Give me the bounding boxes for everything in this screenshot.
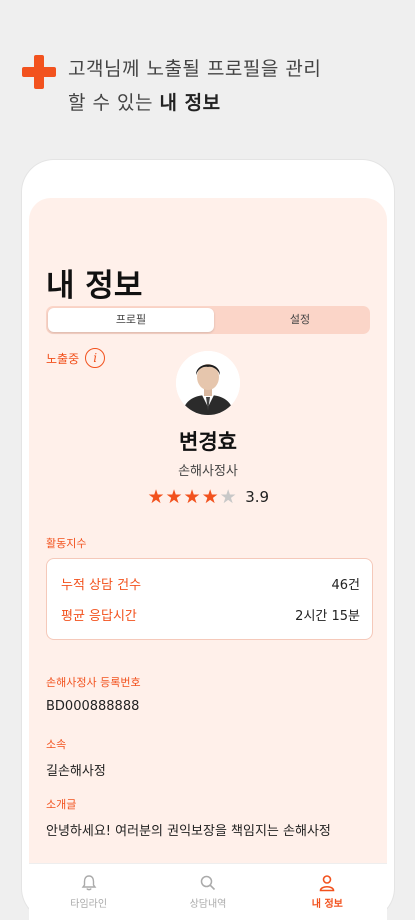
info-icon[interactable]: i <box>85 348 106 368</box>
registration-value: BD000888888 <box>46 699 140 714</box>
rating: ★ ★ ★ ★ ★ 3.9 <box>29 486 387 508</box>
app-screen: 내 정보 프로필 설정 노출중 i 변경효 손해사정사 ★ ★ ★ ★ ★ 3.… <box>29 198 387 920</box>
tab-consult-history[interactable]: 상담내역 <box>148 864 267 920</box>
status-label: 노출중 <box>46 351 80 366</box>
avatar-person-icon <box>176 351 240 415</box>
avatar <box>176 351 240 415</box>
stat-value: 46건 <box>331 578 360 593</box>
profile-name: 변경효 <box>179 430 237 454</box>
promo-line-2-bold: 내 정보 <box>159 92 221 114</box>
star-icon: ★ <box>147 486 165 508</box>
promo-header: 고객님께 노출될 프로필을 관리 할 수 있는 내 정보 <box>22 52 402 120</box>
activity-card: 누적 상담 건수 46건 평균 응답시간 2시간 15분 <box>46 558 373 640</box>
page-title: 내 정보 <box>46 268 143 304</box>
bottom-tab-bar: 타임라인 상담내역 내 정보 <box>29 863 387 920</box>
tab-settings[interactable]: 설정 <box>232 308 368 332</box>
promo-line-2-prefix: 할 수 있는 <box>68 92 160 114</box>
stat-row: 누적 상담 건수 46건 <box>61 574 360 593</box>
person-icon <box>320 875 335 892</box>
tab-my-info-label: 내 정보 <box>311 899 343 910</box>
intro-value: 안녕하세요! 여러분의 권익보장을 책임지는 손해사정 <box>46 824 331 839</box>
affiliation-value: 길손해사정 <box>46 764 106 779</box>
promo-text: 고객님께 노출될 프로필을 관리 할 수 있는 내 정보 <box>68 52 402 120</box>
phone-frame: 내 정보 프로필 설정 노출중 i 변경효 손해사정사 ★ ★ ★ ★ ★ 3.… <box>22 160 394 920</box>
promo-line-1: 고객님께 노출될 프로필을 관리 <box>68 58 322 80</box>
registration-label: 손해사정사 등록번호 <box>46 676 141 689</box>
star-icon: ★ <box>201 486 219 508</box>
search-icon <box>200 875 216 891</box>
segment-control: 프로필 설정 <box>46 306 370 334</box>
visibility-status: 노출중 i <box>46 348 106 368</box>
star-icon: ★ <box>183 486 201 508</box>
plus-logo-icon <box>22 55 56 89</box>
profile-role: 손해사정사 <box>178 464 238 479</box>
stat-key: 평균 응답시간 <box>61 609 137 624</box>
star-icon: ★ <box>165 486 183 508</box>
stat-value: 2시간 15분 <box>295 609 360 624</box>
tab-my-info[interactable]: 내 정보 <box>268 864 387 920</box>
stat-row: 평균 응답시간 2시간 15분 <box>61 605 360 624</box>
tab-timeline[interactable]: 타임라인 <box>29 864 148 920</box>
promo-line-2: 할 수 있는 내 정보 <box>68 86 402 120</box>
tab-consult-label: 상담내역 <box>189 899 227 910</box>
intro-label: 소개글 <box>46 798 77 811</box>
tab-timeline-label: 타임라인 <box>70 899 108 910</box>
tab-profile[interactable]: 프로필 <box>48 308 214 332</box>
star-empty-icon: ★ <box>219 486 237 508</box>
rating-value: 3.9 <box>245 488 270 506</box>
affiliation-label: 소속 <box>46 738 67 751</box>
stat-key: 누적 상담 건수 <box>61 578 142 593</box>
bell-icon <box>81 875 97 891</box>
activity-label: 활동지수 <box>46 537 87 550</box>
